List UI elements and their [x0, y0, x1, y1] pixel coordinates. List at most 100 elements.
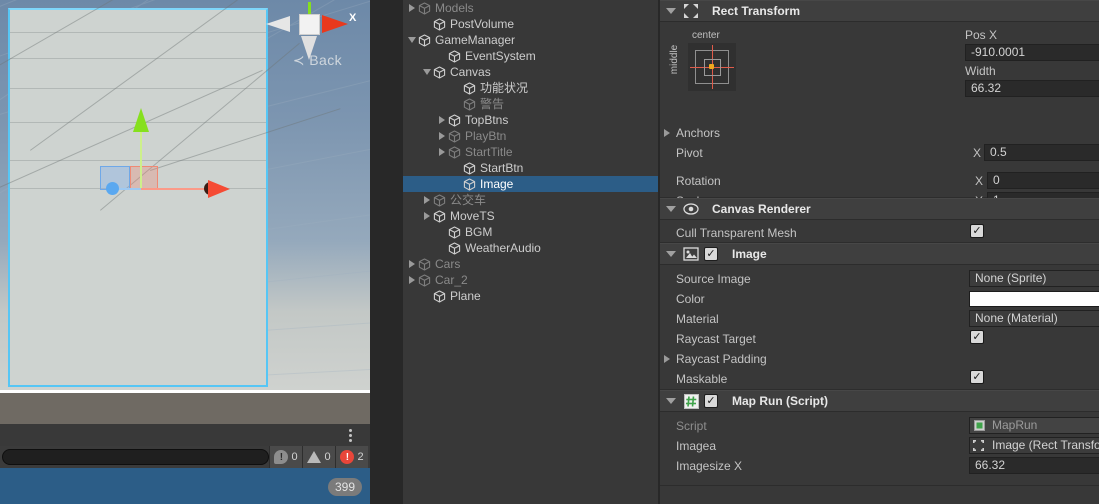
chevron-right-icon[interactable] — [406, 272, 417, 288]
pivot-x-field[interactable]: 0.5 — [984, 144, 1099, 161]
inspector-panel[interactable]: Rect Transform center middle Pos X -910.… — [660, 0, 1099, 504]
scene-view-perspective-toggle[interactable]: ≺ Back — [293, 52, 342, 69]
gameobject-icon — [432, 289, 447, 303]
hierarchy-panel[interactable]: Models PostVolume GameManager EventSystem Ca… — [403, 0, 658, 504]
hierarchy-item-bgm[interactable]: BGM — [403, 224, 658, 240]
orientation-axis-x[interactable] — [322, 15, 348, 33]
rotation-x-field[interactable]: 0 — [987, 172, 1099, 189]
gizmo-axis-z[interactable] — [116, 188, 142, 190]
hierarchy-indent — [403, 240, 436, 256]
hierarchy-item-weatheraudio[interactable]: WeatherAudio — [403, 240, 658, 256]
gizmo-arrow-y[interactable] — [133, 108, 149, 132]
console-error-count-value: 2 — [357, 451, 364, 463]
hierarchy-item-startbtn[interactable]: StartBtn — [403, 160, 658, 176]
component-header-image[interactable]: ✓ Image — [660, 243, 1099, 265]
console-warning-count-value: 0 — [324, 451, 331, 463]
gameobject-icon — [447, 49, 462, 63]
console-toolbar[interactable] — [0, 424, 370, 446]
hierarchy-item-topbtns[interactable]: TopBtns — [403, 112, 658, 128]
chevron-down-icon[interactable] — [421, 64, 432, 80]
chevron-right-icon[interactable] — [664, 355, 670, 363]
gameobject-icon — [462, 161, 477, 175]
hierarchy-item-movets[interactable]: MoveTS — [403, 208, 658, 224]
chevron-right-icon[interactable] — [406, 256, 417, 272]
chevron-right-icon[interactable] — [664, 129, 670, 137]
chevron-right-icon[interactable] — [421, 208, 432, 224]
imagesize-x-field[interactable]: 66.32 — [969, 457, 1099, 474]
gizmo-handle-z[interactable] — [106, 182, 119, 195]
material-field[interactable]: None (Material) — [969, 310, 1099, 327]
hierarchy-indent — [403, 160, 451, 176]
hierarchy-item-[interactable]: 公交车 — [403, 192, 658, 208]
gizmo-arrow-x[interactable] — [208, 180, 230, 198]
chevron-right-icon[interactable] — [436, 128, 447, 144]
hierarchy-item-playbtn[interactable]: PlayBtn — [403, 128, 658, 144]
image-enabled-checkbox[interactable]: ✓ — [704, 247, 718, 261]
console-panel[interactable]: ! 0 0 ! 2 399 — [0, 424, 370, 504]
component-header-rect-transform[interactable]: Rect Transform — [660, 0, 1099, 22]
foldout-arrow-rect-transform[interactable] — [660, 8, 682, 14]
foldout-arrow-image[interactable] — [660, 251, 682, 257]
hierarchy-item-postvolume[interactable]: PostVolume — [403, 16, 658, 32]
anchor-preset-widget[interactable]: center middle — [669, 30, 750, 96]
anchors-foldout-row[interactable]: Anchors — [660, 123, 1099, 143]
component-header-canvas-renderer[interactable]: Canvas Renderer — [660, 198, 1099, 220]
hierarchy-item-label: EventSystem — [465, 49, 536, 63]
imagea-label: Imagea — [676, 439, 717, 453]
color-label: Color — [676, 292, 705, 306]
orientation-axis-neg-x[interactable] — [266, 16, 290, 32]
hierarchy-item-eventsystem[interactable]: EventSystem — [403, 48, 658, 64]
chevron-right-icon[interactable] — [436, 112, 447, 128]
hierarchy-item-plane[interactable]: Plane — [403, 288, 658, 304]
console-message-row[interactable]: 399 — [0, 468, 370, 504]
hierarchy-item-models[interactable]: Models — [403, 0, 658, 16]
console-log-count[interactable]: ! 0 — [269, 446, 302, 468]
hierarchy-item-canvas[interactable]: Canvas — [403, 64, 658, 80]
imagea-field[interactable]: Image (Rect Transfo — [969, 437, 1099, 454]
hierarchy-item-label: PostVolume — [450, 17, 515, 31]
cull-transparent-mesh-row: Cull Transparent Mesh — [660, 223, 1099, 243]
gameobject-icon — [432, 65, 447, 79]
orientation-hub[interactable] — [299, 14, 320, 35]
chevron-right-icon[interactable] — [421, 192, 432, 208]
foldout-arrow-canvas-renderer[interactable] — [660, 206, 682, 212]
scene-view[interactable]: X ≺ Back — [0, 0, 370, 390]
hierarchy-indent — [403, 288, 421, 304]
console-error-count[interactable]: ! 2 — [335, 446, 368, 468]
gizmo-axis-y[interactable] — [140, 126, 142, 190]
component-header-map-run[interactable]: ✓ Map Run (Script) — [660, 390, 1099, 412]
map-run-enabled-checkbox[interactable]: ✓ — [704, 394, 718, 408]
hierarchy-item-cars[interactable]: Cars — [403, 256, 658, 272]
raycast-target-checkbox[interactable]: ✓ — [970, 330, 984, 344]
move-tool-gizmo[interactable] — [100, 108, 238, 198]
color-swatch-field[interactable] — [969, 291, 1099, 307]
cull-transparent-mesh-checkbox[interactable]: ✓ — [970, 224, 984, 238]
hierarchy-item-[interactable]: 功能状况 — [403, 80, 658, 96]
chevron-down-icon[interactable] — [406, 32, 417, 48]
hierarchy-item-[interactable]: 警告 — [403, 96, 658, 112]
pos-x-field[interactable]: -910.0001 — [965, 44, 1099, 61]
chevron-right-icon[interactable] — [436, 144, 447, 160]
hierarchy-item-car-2[interactable]: Car_2 — [403, 272, 658, 288]
console-warning-count[interactable]: 0 — [302, 446, 335, 468]
hierarchy-item-gamemanager[interactable]: GameManager — [403, 32, 658, 48]
anchor-preset-diagram[interactable] — [688, 43, 736, 91]
console-search-input[interactable] — [2, 449, 269, 465]
script-label: Script — [676, 419, 707, 433]
kebab-menu-icon[interactable] — [342, 427, 358, 443]
foldout-arrow-map-run[interactable] — [660, 398, 682, 404]
raycast-padding-foldout-row[interactable]: Raycast Padding — [660, 349, 1099, 369]
gameobject-icon — [447, 129, 462, 143]
hierarchy-item-image[interactable]: Image — [403, 176, 658, 192]
cull-transparent-mesh-label: Cull Transparent Mesh — [676, 226, 797, 240]
game-view-strip[interactable] — [0, 390, 370, 424]
chevron-right-icon[interactable] — [406, 0, 417, 16]
orientation-axis-y[interactable] — [308, 2, 311, 14]
source-image-label: Source Image — [676, 272, 751, 286]
gameobject-icon — [417, 257, 432, 271]
width-field[interactable]: 66.32 — [965, 80, 1099, 97]
console-filter-bar[interactable]: ! 0 0 ! 2 — [0, 446, 370, 468]
maskable-checkbox[interactable]: ✓ — [970, 370, 984, 384]
hierarchy-item-starttitle[interactable]: StartTitle — [403, 144, 658, 160]
source-image-field[interactable]: None (Sprite) — [969, 270, 1099, 287]
